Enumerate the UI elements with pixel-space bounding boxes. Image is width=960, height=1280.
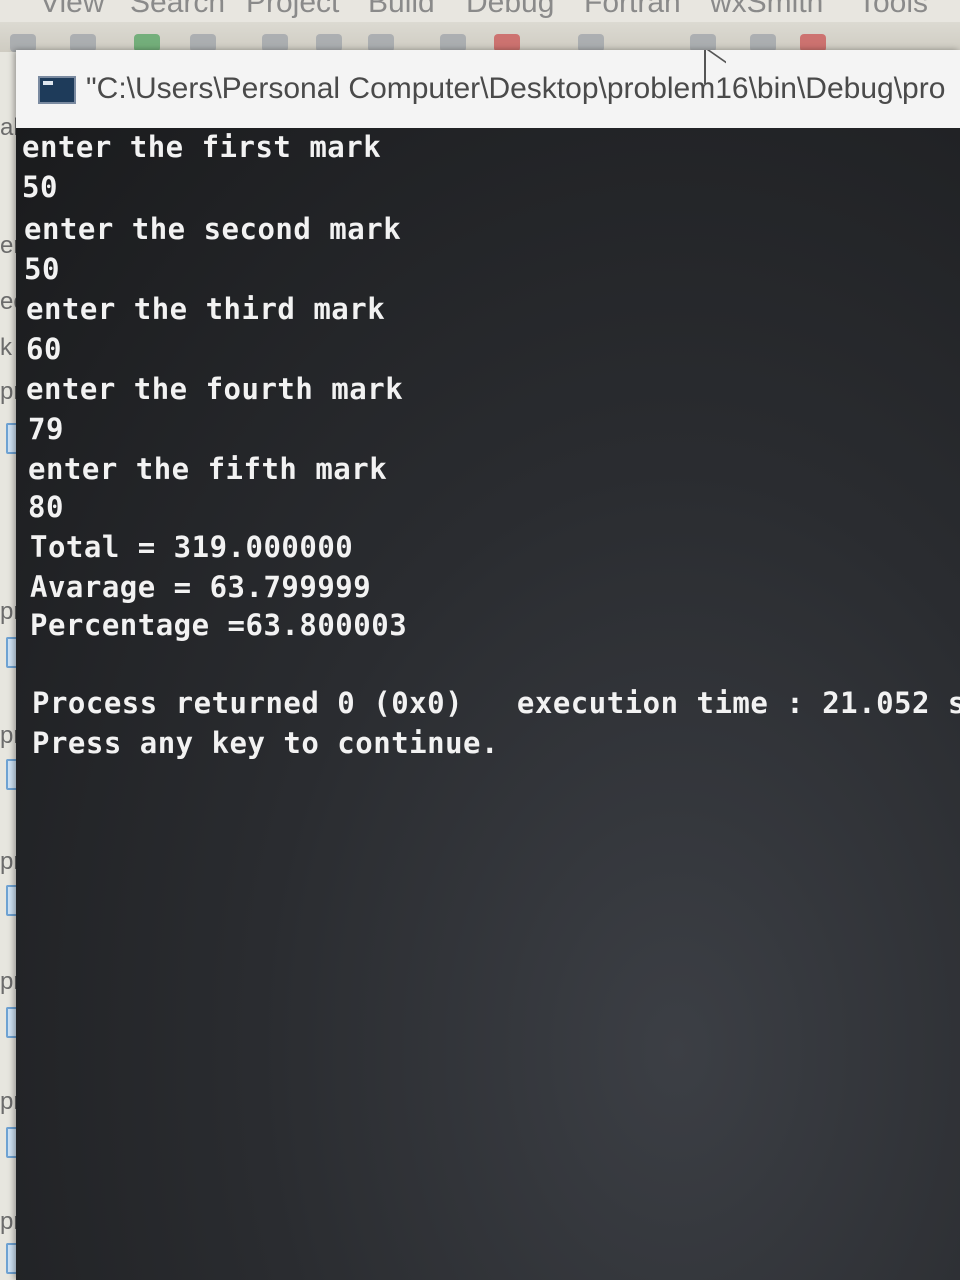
tree-fragment: k: [0, 334, 12, 361]
ide-menu-bar: View Search Project Build Debug Fortran …: [0, 0, 960, 22]
console-titlebar[interactable]: "C:\Users\Personal Computer\Desktop\prob…: [16, 50, 960, 129]
output-line: 79: [28, 412, 64, 446]
press-any-key-line: Press any key to continue.: [32, 726, 499, 760]
ide-toolbar: [0, 22, 960, 52]
menu-build[interactable]: Build: [368, 0, 435, 20]
output-line: enter the third mark: [26, 292, 386, 326]
menu-project[interactable]: Project: [246, 0, 339, 20]
console-window[interactable]: "C:\Users\Personal Computer\Desktop\prob…: [16, 50, 960, 1280]
console-app-icon: [38, 76, 76, 104]
output-line: enter the first mark: [22, 130, 382, 164]
output-line: enter the second mark: [24, 212, 402, 246]
console-title: "C:\Users\Personal Computer\Desktop\prob…: [86, 72, 946, 105]
output-line: 50: [24, 252, 60, 286]
output-line: 60: [26, 332, 62, 366]
output-line: 50: [22, 170, 58, 204]
console-output[interactable]: enter the first mark 50 enter the second…: [16, 128, 960, 1280]
menu-fortran[interactable]: Fortran: [584, 0, 681, 20]
output-line: 80: [28, 490, 64, 524]
average-line: Avarage = 63.799999: [30, 570, 372, 604]
output-line: enter the fourth mark: [26, 372, 404, 406]
percentage-line: Percentage =63.800003: [30, 608, 408, 642]
process-returned-line: Process returned 0 (0x0) execution time …: [32, 686, 960, 720]
menu-debug[interactable]: Debug: [466, 0, 554, 20]
total-line: Total = 319.000000: [30, 530, 354, 564]
menu-wxsmith[interactable]: wxSmith: [710, 0, 823, 20]
output-line: enter the fifth mark: [28, 452, 388, 486]
menu-view[interactable]: View: [40, 0, 104, 20]
menu-tools[interactable]: Tools: [858, 0, 928, 20]
menu-search[interactable]: Search: [130, 0, 225, 20]
